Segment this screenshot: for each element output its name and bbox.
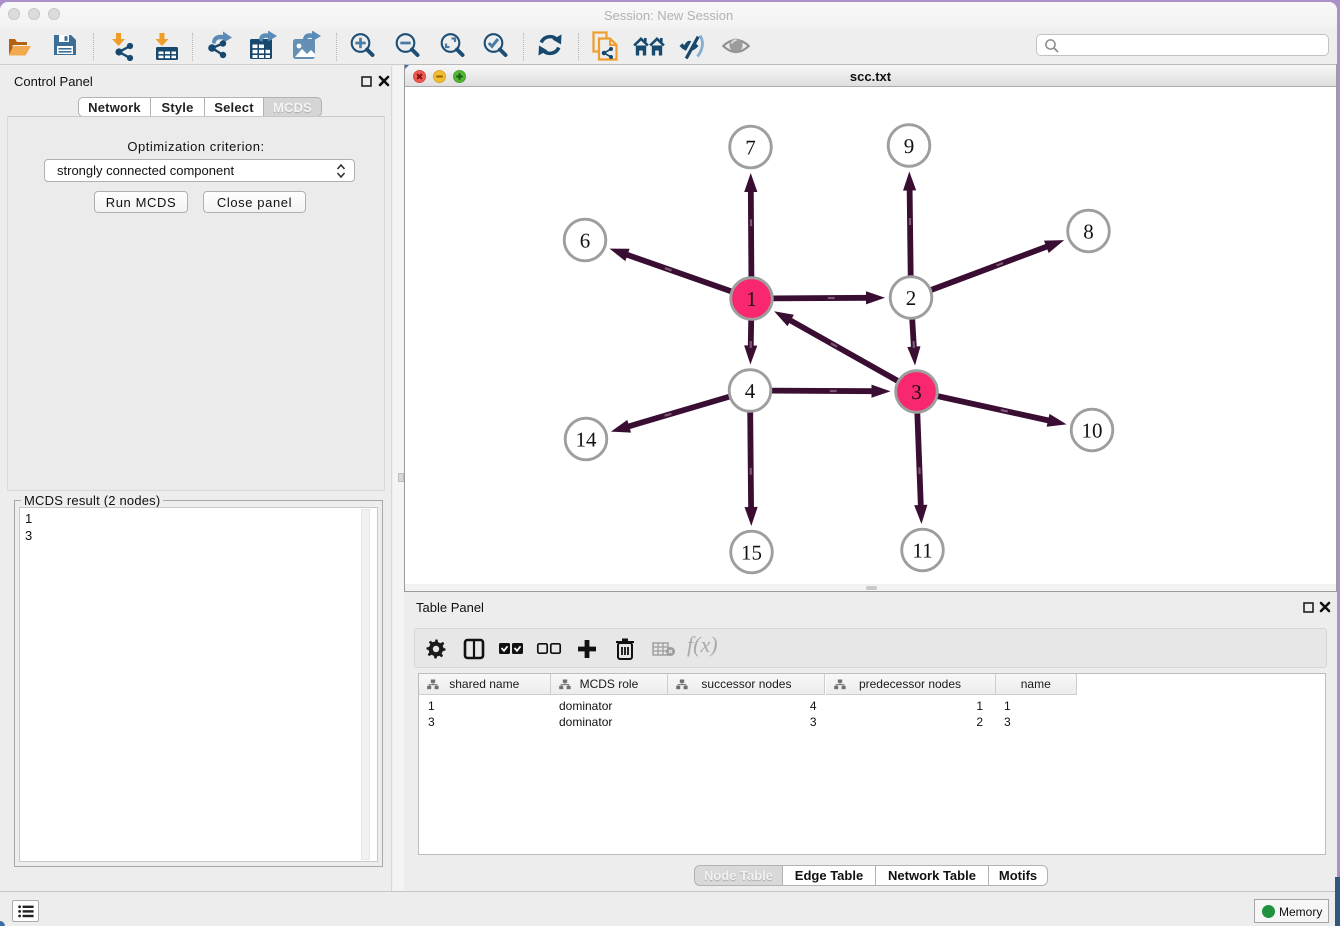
svg-text:2: 2 xyxy=(906,286,917,310)
svg-text:10: 10 xyxy=(1082,419,1103,443)
svg-text:9: 9 xyxy=(904,134,915,158)
svg-text:11: 11 xyxy=(912,539,932,563)
svg-text:8: 8 xyxy=(1083,220,1094,244)
svg-text:15: 15 xyxy=(741,541,762,565)
svg-text:6: 6 xyxy=(580,229,591,253)
svg-text:3: 3 xyxy=(911,380,922,404)
svg-text:4: 4 xyxy=(745,379,756,403)
svg-text:7: 7 xyxy=(745,136,756,160)
svg-text:14: 14 xyxy=(576,428,598,452)
svg-text:1: 1 xyxy=(746,287,757,311)
